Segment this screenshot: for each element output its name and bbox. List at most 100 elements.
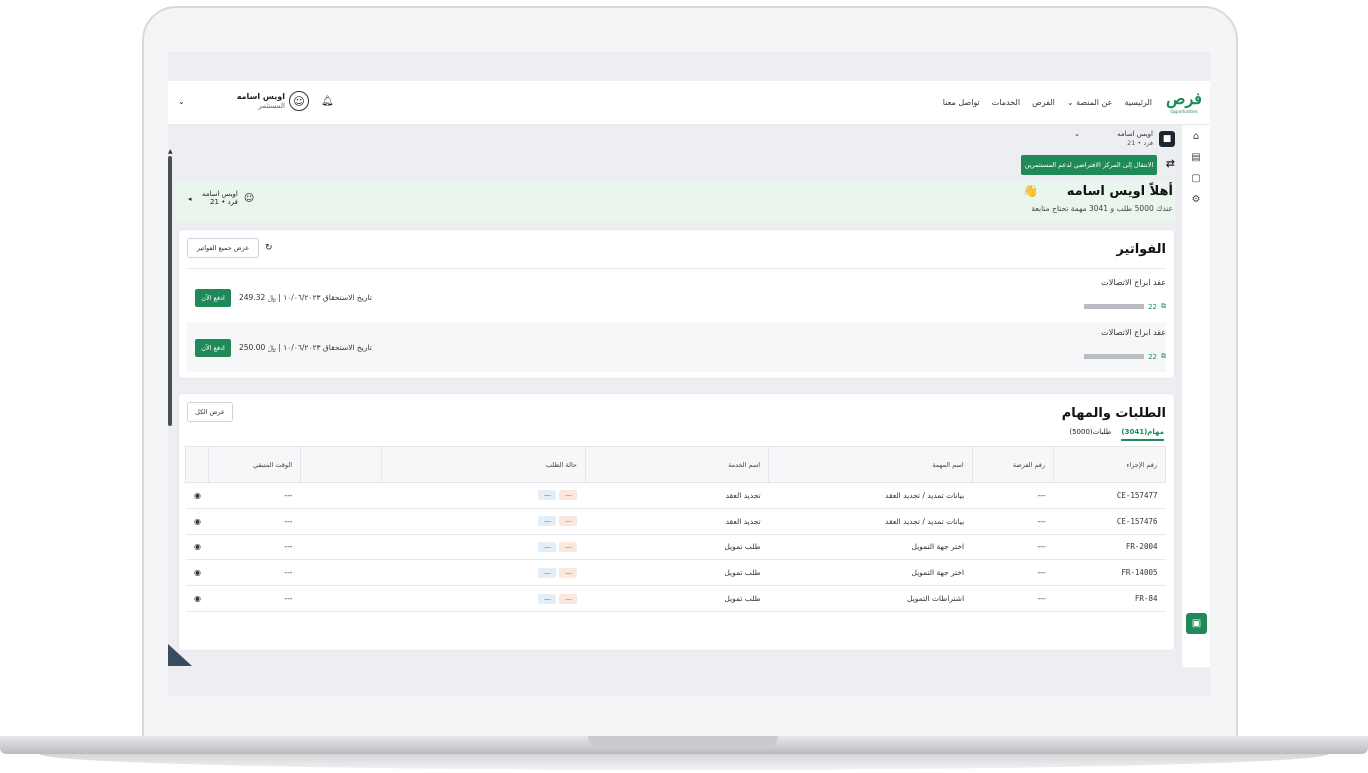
status-pill-orange: — [559,567,578,578]
invoice-id: 22 ⧉ [1084,302,1166,311]
nav-about[interactable]: عن المنصة ⌄ [1067,98,1113,107]
user-menu-chevron-icon[interactable]: ⌄ [178,97,185,106]
chevron-down-icon[interactable]: ⌄ [1074,130,1080,138]
brand-logo[interactable]: فرص Opportunities [1164,85,1204,121]
invoices-card: الفواتير عرض جميع الفواتير ↻ عقد ابراج ا… [178,229,1175,379]
procedure-id: CE-157476 [1053,508,1166,535]
user-info[interactable]: اويس اسامه المستثمر ☺ [237,91,309,111]
user-name: اويس اسامه [236,92,285,102]
eye-icon[interactable]: ◉ [185,534,209,561]
account-switcher[interactable]: ■ اويس اسامه فرد • 21 ⌄ ⇄ الانتقال إلى ا… [975,127,1175,177]
tasks-title: الطلبات والمهام [1061,406,1166,421]
tasks-card: الطلبات والمهام عرض الكل مهام(3041) طلبا… [178,393,1175,651]
nav-user-area: ⌄ اويس اسامه المستثمر ☺ 🔔︎ [178,91,334,111]
greeting-subtitle: عندك 5000 طلب و 3041 مهمة تحتاج متابعة [1031,204,1173,213]
wave-icon: 👋 [1023,184,1038,198]
col-empty [300,446,383,483]
procedure-id: FR-14005 [1053,559,1166,587]
tasks-tabs: مهام(3041) طلبات(5000) [1069,428,1164,441]
request-status: — — [381,559,586,587]
masked-digits [1084,304,1145,309]
remaining-time: --- [208,482,301,509]
remaining-time: --- [208,559,301,587]
service-name: طلب تمويل [585,585,769,612]
status-pill-orange: — [559,490,578,501]
procedure-id: CE-157477 [1053,482,1166,509]
request-status: — — [381,585,586,612]
service-name: طلب تمويل [585,534,769,561]
eye-icon[interactable]: ◉ [185,482,209,509]
table-row[interactable]: FR-14005 --- اختر جهة التمويل طلب تمويل … [185,559,1166,587]
nav-links: الرئيسية عن المنصة ⌄ الفرص الخدمات تواصل… [943,98,1152,107]
clipboard-icon[interactable]: ▤ [1191,152,1200,163]
nav-home[interactable]: الرئيسية [1124,98,1152,107]
eye-icon[interactable]: ◉ [185,585,209,612]
laptop-notch [588,736,778,748]
home-icon[interactable]: ⌂ [1193,131,1199,142]
scroll-up-icon[interactable]: ▲ [168,148,173,155]
support-chat-button[interactable]: ▣ [1186,613,1207,634]
remaining-time: --- [208,585,301,612]
view-all-invoices-button[interactable]: عرض جميع الفواتير [187,238,259,258]
logo-subtext: Opportunities [1170,109,1198,114]
nav-contact[interactable]: تواصل معنا [943,98,980,107]
request-status: — — [381,534,586,561]
greeting-title: أهلاً اويس اسامه [1066,184,1173,199]
request-status: — — [381,508,586,535]
table-row[interactable]: CE-157476 --- بيانات تمديد / تجديد العقد… [185,508,1166,535]
status-pill-orange: — [559,593,578,604]
eye-icon[interactable]: ◉ [185,559,209,587]
table-row[interactable]: FR-84 --- اشتراطات التمويل طلب تمويل — — … [185,585,1166,612]
invoice-row: عقد ابراج الاتصالات 22 ⧉ ادفع الآن تاريخ … [187,272,1166,322]
arrow-left-icon[interactable]: ◂ [188,195,192,203]
tab-requests[interactable]: طلبات(5000) [1069,428,1111,441]
status-pill-blue: — [538,516,557,527]
logo-text: فرص [1166,89,1202,108]
copy-icon[interactable]: ⧉ [1161,352,1166,361]
user-icon: ☺ [243,192,255,204]
table-row[interactable]: FR-2004 --- اختر جهة التمويل طلب تمويل —… [185,534,1166,561]
screen: فرص Opportunities الرئيسية عن المنصة ⌄ ا… [168,52,1210,696]
task-name: بيانات تمديد / تجديد العقد [768,508,973,535]
opportunity-id: --- [972,482,1054,509]
gear-icon[interactable]: ⚙ [1192,194,1201,205]
user-circle-icon: ☺ [288,91,309,111]
opportunity-id: --- [972,508,1054,535]
procedure-id: FR-84 [1053,585,1166,612]
bell-icon[interactable]: 🔔︎ [321,96,334,107]
greeting-user-card[interactable]: اويس اسامه فرد • 21 ☺ [186,190,254,206]
invoice-due: تاريخ الاستحقاق ١٠/٠٦/٢٠٢٣ | ﷼ 250.00 [239,343,372,352]
greeting-user-sub: فرد • 21 [210,198,238,206]
procedure-id: FR-2004 [1053,534,1166,561]
table-row[interactable]: CE-157477 --- بيانات تمديد / تجديد العقد… [185,482,1166,509]
opportunity-id: --- [972,559,1054,587]
scrollbar[interactable] [168,156,172,426]
task-name: اشتراطات التمويل [768,585,973,612]
task-name: اختر جهة التمويل [768,534,973,561]
top-navigation: فرص Opportunities الرئيسية عن المنصة ⌄ ا… [168,81,1210,125]
document-icon[interactable]: ▢ [1191,173,1200,184]
copy-icon[interactable]: ⧉ [1161,302,1166,311]
invoice-due: تاريخ الاستحقاق ١٠/٠٦/٢٠٢٣ | ﷼ 249.32 [239,293,372,302]
status-pill-blue: — [538,541,557,552]
service-name: طلب تمويل [585,559,769,587]
pay-now-button[interactable]: ادفع الآن [195,289,231,307]
tasks-table: رقم الإجراء رقم الفرصة اسم المهمة اسم ال… [184,446,1166,612]
col-opportunity-id: رقم الفرصة [971,446,1055,483]
tab-tasks[interactable]: مهام(3041) [1121,428,1164,441]
request-status: — — [381,482,586,509]
view-all-tasks-button[interactable]: عرض الكل [187,402,233,422]
refresh-icon[interactable]: ↻ [265,243,273,253]
nav-opportunities[interactable]: الفرص [1032,98,1055,107]
swap-arrows-icon[interactable]: ⇄ [1166,157,1175,170]
nav-services[interactable]: الخدمات [992,98,1020,107]
service-name: تجديد العقد [585,482,769,509]
pay-now-button[interactable]: ادفع الآن [195,339,231,357]
divider [187,268,1166,269]
invoice-title: عقد ابراج الاتصالات [1101,278,1166,287]
main-content: ■ اويس اسامه فرد • 21 ⌄ ⇄ الانتقال إلى ا… [174,125,1175,667]
eye-icon[interactable]: ◉ [185,508,209,535]
invoice-id-text: 22 [1148,352,1157,361]
investor-support-button[interactable]: الانتقال إلى المركز الافتراضي لدعم المست… [1021,155,1157,175]
col-actions [184,446,210,483]
